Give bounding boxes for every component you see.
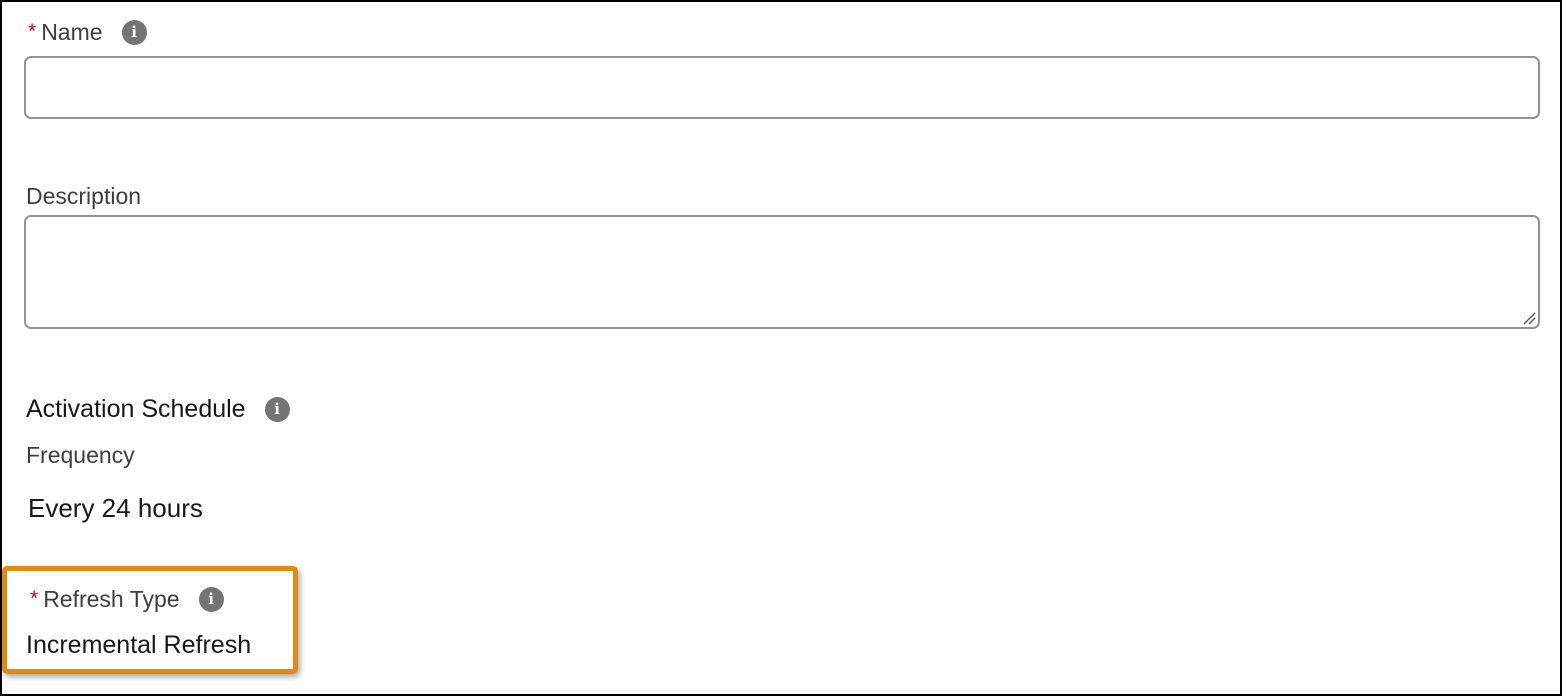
refresh-type-value: Incremental Refresh [26,631,252,659]
name-input[interactable] [24,56,1540,119]
activation-schedule-heading: Activation Schedule i [26,394,290,424]
refresh-type-label: * Refresh Type i [30,585,224,613]
description-label: Description [26,182,141,210]
description-textarea[interactable] [24,215,1540,329]
refresh-type-label-text: Refresh Type [43,586,180,612]
frequency-label-text: Frequency [26,442,135,468]
required-marker: * [28,20,37,43]
frequency-value: Every 24 hours [28,493,203,523]
textarea-resize-handle[interactable] [1522,311,1536,325]
activation-schedule-info-icon[interactable]: i [264,396,290,422]
name-info-icon[interactable]: i [121,19,147,45]
name-label-text: Name [41,19,103,45]
record-form: * Name i Description Activation Schedule… [0,0,1562,696]
frequency-label: Frequency [26,441,135,469]
activation-schedule-title: Activation Schedule [26,395,246,423]
name-label: * Name i [28,18,147,46]
description-label-text: Description [26,183,142,209]
required-marker: * [30,587,39,610]
refresh-type-info-icon[interactable]: i [198,586,224,612]
